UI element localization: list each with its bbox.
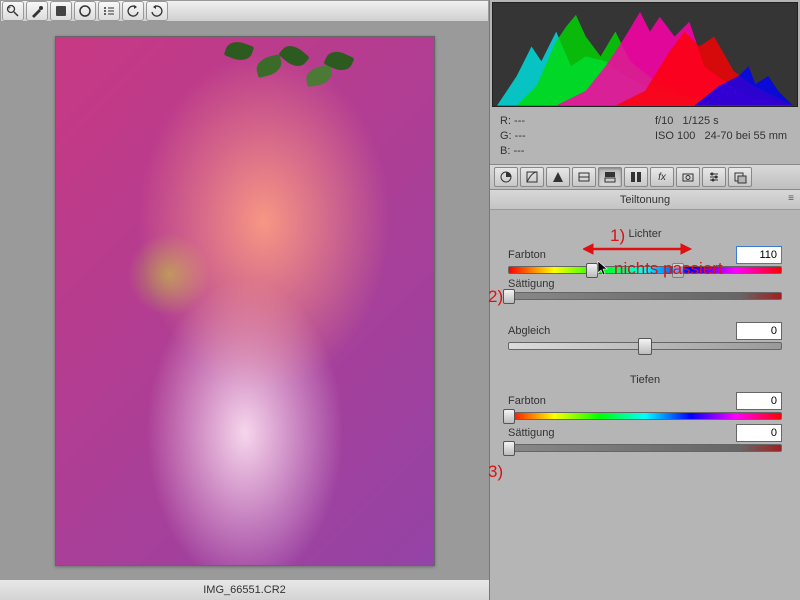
exif-b: B: --- <box>500 144 635 159</box>
exif-shutter: 1/125 s <box>683 115 719 127</box>
tab-fx[interactable]: fx <box>650 167 674 187</box>
highlights-hue-handle-ghost[interactable] <box>672 263 684 278</box>
tab-lens[interactable] <box>624 167 648 187</box>
preview-photo <box>55 36 435 566</box>
svg-text:+: + <box>7 5 11 12</box>
shadows-hue-value[interactable] <box>736 392 782 410</box>
tab-camera[interactable] <box>676 167 700 187</box>
exif-aperture: f/10 <box>655 115 673 127</box>
shadows-sat-slider[interactable] <box>508 444 782 452</box>
exif-r: R: --- <box>500 114 635 129</box>
highlights-sat-label: Sättigung <box>508 278 554 290</box>
panel-menu-icon[interactable]: ≡ <box>788 193 794 204</box>
tab-split-toning[interactable] <box>598 167 622 187</box>
image-canvas[interactable] <box>0 22 489 580</box>
rotate-ccw-tool[interactable] <box>122 1 144 21</box>
balance-label: Abgleich <box>508 325 550 337</box>
tab-presets[interactable] <box>702 167 726 187</box>
square-tool[interactable] <box>50 1 72 21</box>
balance-value[interactable] <box>736 322 782 340</box>
tab-snapshots[interactable] <box>728 167 752 187</box>
shadows-sat-value[interactable] <box>736 424 782 442</box>
exif-iso: ISO 100 <box>655 130 695 142</box>
ellipse-tool[interactable] <box>74 1 96 21</box>
balance-handle[interactable] <box>638 338 652 355</box>
shadows-hue-handle[interactable] <box>503 409 515 424</box>
shadows-sat-handle[interactable] <box>503 441 515 456</box>
cursor-icon <box>597 260 611 279</box>
shadows-sat-label: Sättigung <box>508 427 554 439</box>
shadows-hue-slider[interactable] <box>508 412 782 420</box>
zoom-tool[interactable]: + <box>2 1 24 21</box>
histogram[interactable] <box>492 2 798 107</box>
annotation-2: 2) <box>488 287 503 307</box>
tab-hsl[interactable] <box>572 167 596 187</box>
tab-detail[interactable] <box>546 167 570 187</box>
panel-tabs: fx <box>490 164 800 190</box>
exif-g: G: --- <box>500 129 635 144</box>
highlights-hue-value[interactable] <box>736 246 782 264</box>
panel-header: Teiltonung ≡ <box>490 190 800 210</box>
brush-tool[interactable] <box>26 1 48 21</box>
balance-slider[interactable] <box>508 342 782 350</box>
exif-lens: 24-70 bei 55 mm <box>705 130 788 142</box>
filename-label: IMG_66551.CR2 <box>0 580 489 600</box>
highlights-sat-handle[interactable] <box>503 289 515 304</box>
annotation-3: 3) <box>488 462 503 482</box>
list-tool[interactable] <box>98 1 120 21</box>
highlights-hue-label: Farbton <box>508 249 546 261</box>
tab-basic[interactable] <box>494 167 518 187</box>
top-toolbar: + <box>0 0 489 22</box>
highlights-title: Lichter <box>508 228 782 240</box>
shadows-title: Tiefen <box>508 374 782 386</box>
highlights-hue-slider[interactable] <box>508 266 782 274</box>
rotate-cw-tool[interactable] <box>146 1 168 21</box>
shadows-hue-label: Farbton <box>508 395 546 407</box>
highlights-sat-slider[interactable] <box>508 292 782 300</box>
panel-title: Teiltonung <box>620 194 670 206</box>
exif-info: R: --- G: --- B: --- f/10 1/125 s ISO 10… <box>490 109 800 164</box>
tab-curve[interactable] <box>520 167 544 187</box>
